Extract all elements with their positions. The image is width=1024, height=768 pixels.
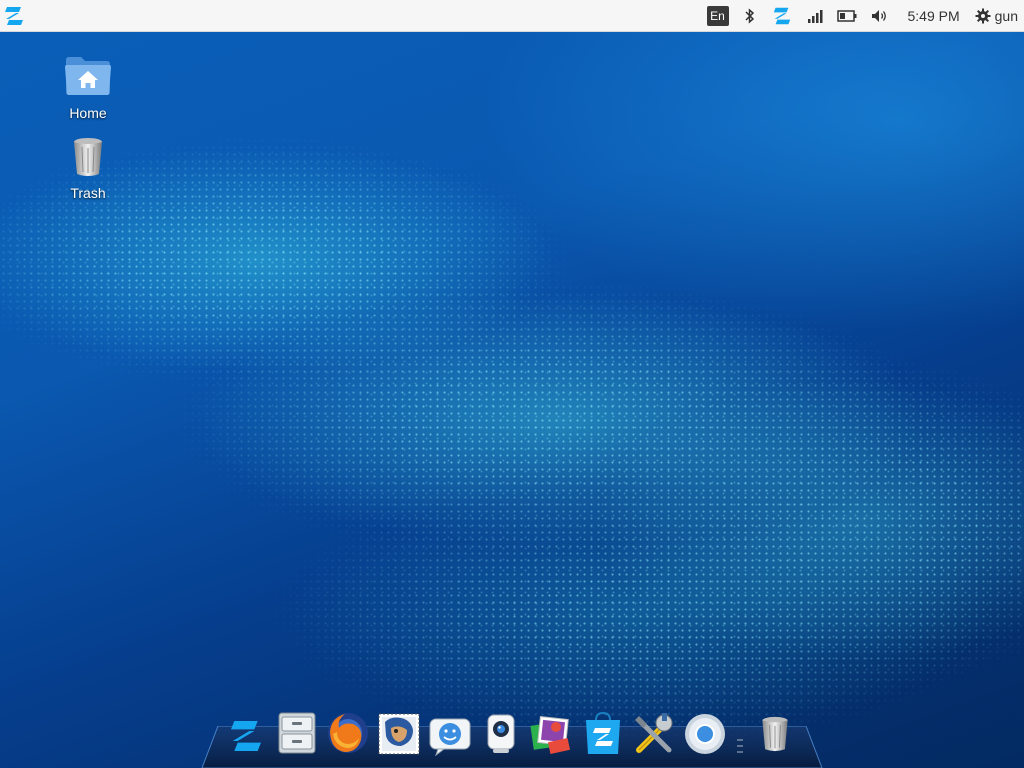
battery-icon (836, 10, 856, 22)
dock-item-webcam[interactable] (477, 706, 525, 756)
zorin-logo-icon (773, 7, 790, 25)
top-panel: En 5:49 PM gun (0, 0, 1024, 32)
desktop-icon-home[interactable]: Home (48, 54, 128, 121)
webcam-icon (487, 714, 515, 753)
zorin-menu-button[interactable] (2, 4, 26, 28)
gear-icon (975, 8, 991, 24)
dock-item-firefox[interactable] (324, 706, 372, 756)
zorin-logo-icon (5, 7, 23, 25)
dock-separator-icon (737, 739, 743, 753)
dock-item-empathy[interactable] (426, 706, 474, 756)
dock (200, 704, 824, 768)
dock-item-settings[interactable] (630, 706, 678, 756)
desktop-icon-trash[interactable]: Trash (48, 136, 128, 201)
dock-item-image-viewer[interactable] (528, 706, 576, 756)
signal-icon (807, 10, 822, 23)
empathy-chat-icon (429, 718, 471, 756)
volume-indicator[interactable] (871, 0, 889, 32)
user-name: gun (994, 8, 1018, 24)
bluetooth-indicator[interactable] (743, 0, 757, 32)
dock-items (222, 706, 802, 756)
dock-item-trash[interactable] (751, 706, 799, 756)
software-store-icon (586, 711, 620, 754)
thunderbird-icon (378, 713, 420, 755)
desktop-icon-label: Trash (70, 185, 106, 201)
language-label: En (706, 6, 729, 26)
dock-item-zorin-menu[interactable] (222, 706, 270, 756)
battery-indicator[interactable] (836, 0, 857, 32)
wallpaper-particles (0, 32, 1024, 768)
dock-item-thunderbird[interactable] (375, 706, 423, 756)
image-viewer-icon (530, 716, 571, 754)
system-tray: En 5:49 PM gun (700, 0, 1024, 32)
trash-icon (762, 716, 788, 752)
dock-item-file-manager[interactable] (273, 706, 321, 756)
settings-tools-icon (635, 713, 673, 753)
chromium-icon (685, 714, 725, 754)
network-indicator[interactable] (807, 0, 823, 32)
dock-separator (732, 706, 748, 756)
home-folder-icon (65, 57, 111, 95)
firefox-icon (328, 713, 368, 753)
zorin-menu-icon (231, 721, 261, 751)
user-menu[interactable]: gun (975, 0, 1018, 32)
file-manager-icon (278, 712, 316, 754)
trash-icon (74, 138, 102, 176)
zorin-connect-indicator[interactable] (771, 0, 793, 32)
bluetooth-icon (744, 8, 754, 24)
volume-icon (871, 10, 886, 22)
desktop-icon-label: Home (69, 105, 107, 121)
language-indicator[interactable]: En (706, 0, 729, 32)
clock[interactable]: 5:49 PM (908, 0, 960, 32)
dock-item-chromium[interactable] (681, 706, 729, 756)
dock-item-software-store[interactable] (579, 706, 627, 756)
